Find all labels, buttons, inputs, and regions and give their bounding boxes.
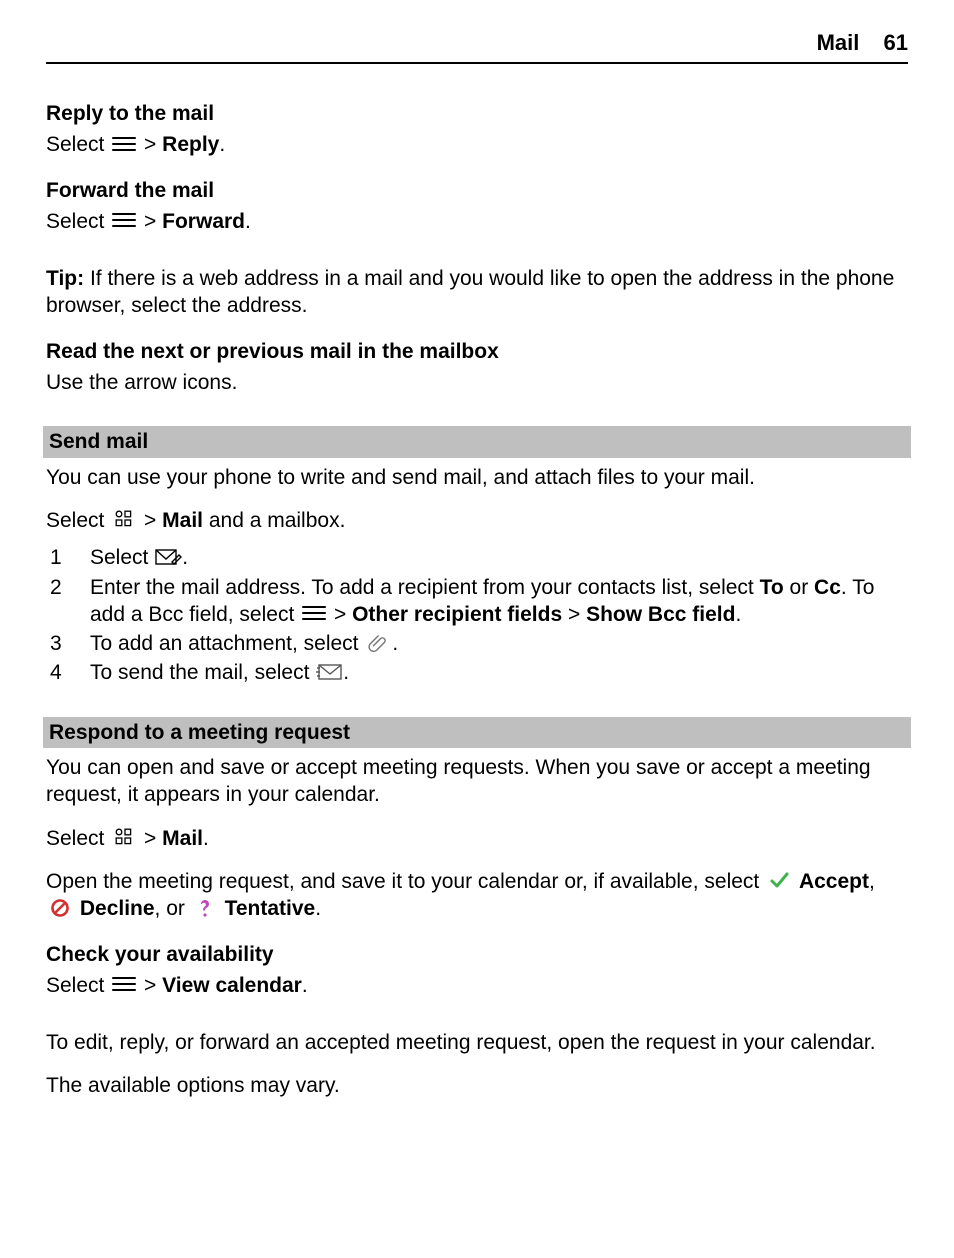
- tip-paragraph: Tip: If there is a web address in a mail…: [46, 265, 908, 320]
- step1-post: .: [182, 546, 188, 569]
- step2-period: .: [735, 603, 741, 626]
- attachment-paperclip-icon: [364, 633, 392, 653]
- step2-arrow2: >: [562, 603, 586, 626]
- sendmail-section-title: Send mail: [43, 426, 911, 457]
- meeting-comma1: ,: [869, 870, 875, 893]
- meeting-arrow: >: [144, 827, 162, 850]
- sendmail-intro: You can use your phone to write and send…: [46, 464, 908, 491]
- sendmail-step-4: To send the mail, select .: [46, 659, 908, 686]
- forward-period: .: [245, 210, 251, 233]
- meeting-open-line: Open the meeting request, and save it to…: [46, 868, 908, 923]
- meeting-select-word: Select: [46, 827, 110, 850]
- tentative-question-icon: [191, 898, 219, 918]
- sendmail-select-line: Select > Mail and a mailbox.: [46, 507, 908, 534]
- readnav-heading: Read the next or previous mail in the ma…: [46, 338, 908, 365]
- edit-note: To edit, reply, or forward an accepted m…: [46, 1029, 908, 1056]
- tip-label: Tip:: [46, 267, 84, 290]
- compose-mail-icon: [154, 547, 182, 567]
- meeting-intro: You can open and save or accept meeting …: [46, 754, 908, 809]
- reply-select-word: Select: [46, 133, 110, 156]
- forward-heading: Forward the mail: [46, 177, 908, 204]
- reply-heading: Reply to the mail: [46, 100, 908, 127]
- step1-pre: Select: [90, 546, 154, 569]
- accept-check-icon: [765, 870, 793, 890]
- availability-select-word: Select: [46, 974, 110, 997]
- step2-cc: Cc: [814, 576, 841, 599]
- forward-arrow: >: [144, 210, 162, 233]
- availability-period: .: [302, 974, 308, 997]
- page-header: Mail 61: [46, 30, 908, 64]
- meeting-or: , or: [155, 897, 191, 920]
- availability-line: Select > View calendar.: [46, 972, 908, 999]
- meeting-tentative: Tentative: [225, 897, 316, 920]
- step2-arrow1: >: [334, 603, 352, 626]
- sendmail-select-word: Select: [46, 509, 110, 532]
- tip-text: If there is a web address in a mail and …: [46, 267, 894, 317]
- options-menu-icon: [110, 134, 138, 154]
- sendmail-mail-word: Mail: [162, 509, 203, 532]
- meeting-mail-word: Mail: [162, 827, 203, 850]
- meeting-period2: .: [315, 897, 321, 920]
- sendmail-andmailbox: and a mailbox.: [203, 509, 345, 532]
- send-mail-icon: [315, 662, 343, 682]
- meeting-period: .: [203, 827, 209, 850]
- forward-select-word: Select: [46, 210, 110, 233]
- step2-to: To: [760, 576, 784, 599]
- step3-period: .: [392, 632, 398, 655]
- availability-arrow: >: [144, 974, 162, 997]
- reply-arrow: >: [144, 133, 162, 156]
- sendmail-step-2: Enter the mail address. To add a recipie…: [46, 574, 908, 629]
- reply-action: Reply: [162, 133, 219, 156]
- forward-action: Forward: [162, 210, 245, 233]
- sendmail-arrow: >: [144, 509, 162, 532]
- meeting-open-a: Open the meeting request, and save it to…: [46, 870, 765, 893]
- decline-no-icon: [46, 898, 74, 918]
- step2-showbcc: Show Bcc field: [586, 603, 735, 626]
- reply-period: .: [219, 133, 225, 156]
- availability-view: View calendar: [162, 974, 302, 997]
- step2-other: Other recipient fields: [352, 603, 562, 626]
- sendmail-step-1: Select .: [46, 544, 908, 571]
- header-section: Mail: [817, 30, 860, 55]
- meeting-decline: Decline: [80, 897, 155, 920]
- header-page-number: 61: [884, 30, 908, 55]
- forward-line: Select > Forward.: [46, 208, 908, 235]
- readnav-text: Use the arrow icons.: [46, 369, 908, 396]
- meeting-select-line: Select > Mail.: [46, 825, 908, 852]
- apps-grid-icon: [110, 827, 138, 847]
- options-menu-icon: [110, 974, 138, 994]
- sendmail-step-3: To add an attachment, select .: [46, 630, 908, 657]
- step2-a: Enter the mail address. To add a recipie…: [90, 576, 760, 599]
- meeting-section-title: Respond to a meeting request: [43, 717, 911, 748]
- meeting-accept: Accept: [799, 870, 869, 893]
- step4-a: To send the mail, select: [90, 661, 315, 684]
- step3-a: To add an attachment, select: [90, 632, 364, 655]
- reply-line: Select > Reply.: [46, 131, 908, 158]
- step2-or: or: [784, 576, 814, 599]
- apps-grid-icon: [110, 509, 138, 529]
- page-body: Reply to the mail Select > Reply. Forwar…: [46, 100, 908, 1100]
- availability-heading: Check your availability: [46, 941, 908, 968]
- options-note: The available options may vary.: [46, 1072, 908, 1099]
- options-menu-icon: [300, 603, 328, 623]
- options-menu-icon: [110, 210, 138, 230]
- sendmail-steps: Select . Enter the mail address. To add …: [46, 544, 908, 686]
- step4-period: .: [343, 661, 349, 684]
